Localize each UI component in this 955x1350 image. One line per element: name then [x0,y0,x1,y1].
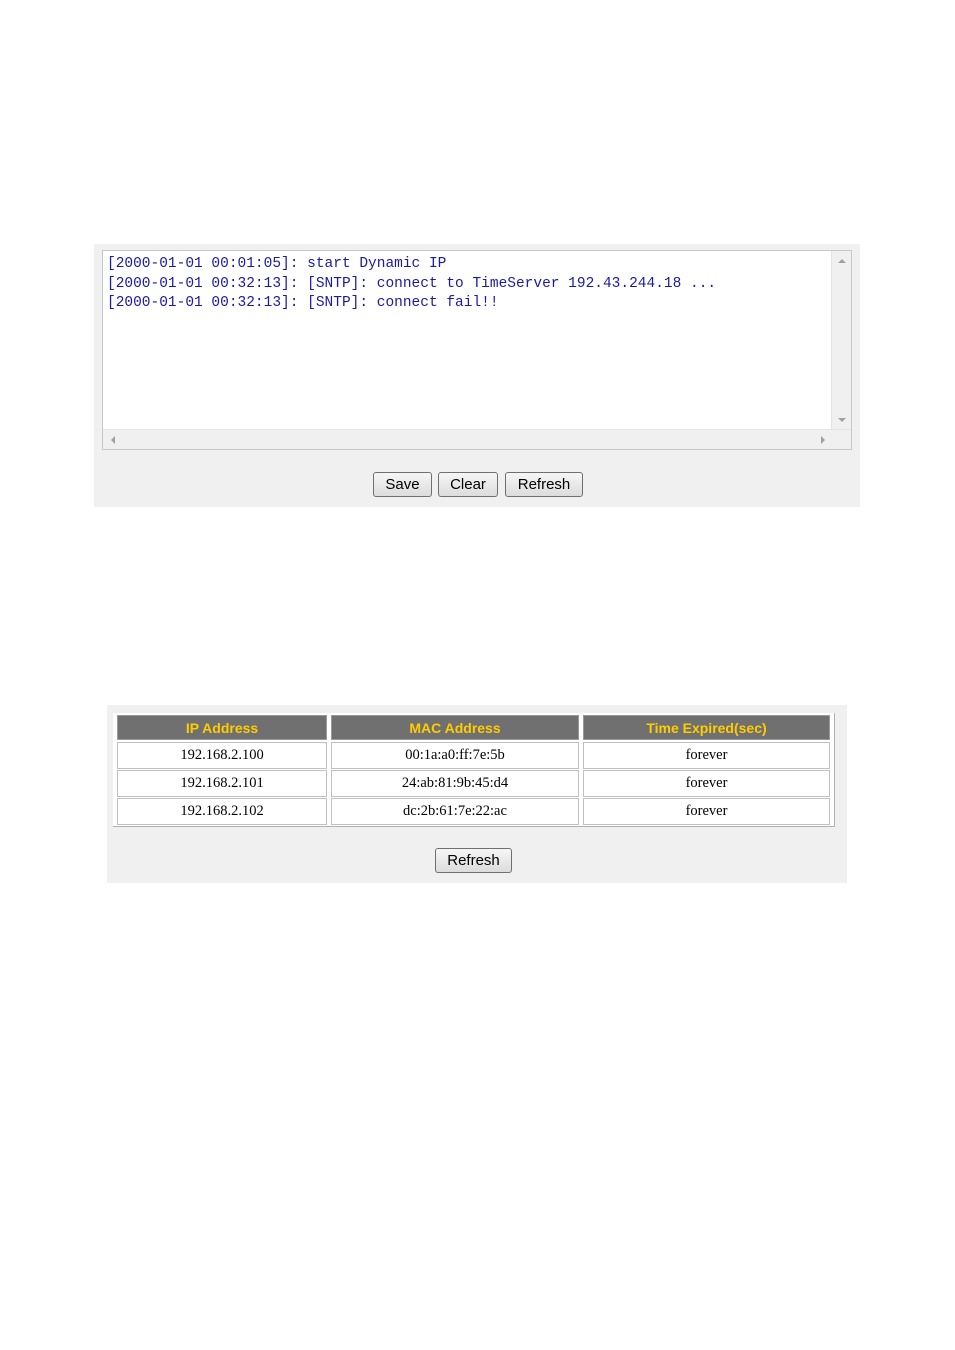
table-cell-ip: 192.168.2.101 [117,770,327,797]
log-line: [2000-01-01 00:32:13]: [SNTP]: connect t… [107,275,717,292]
table-cell-ip: 192.168.2.100 [117,742,327,769]
log-content: [2000-01-01 00:01:05]: start Dynamic IP [… [107,255,829,427]
table-cell-mac: 00:1a:a0:ff:7e:5b [331,742,579,769]
column-header-time-expired: Time Expired(sec) [583,715,830,740]
table-cell-mac: 24:ab:81:9b:45:d4 [331,770,579,797]
clear-button[interactable]: Clear [438,472,498,497]
system-log-panel: [2000-01-01 00:01:05]: start Dynamic IP [… [94,244,860,507]
table-refresh-button[interactable]: Refresh [435,848,512,873]
scroll-left-arrow-icon[interactable] [111,436,115,444]
table-cell-expired: forever [583,770,830,797]
vertical-scrollbar[interactable] [831,251,851,430]
table-cell-expired: forever [583,798,830,825]
scroll-down-arrow-icon[interactable] [838,418,846,422]
horizontal-scrollbar[interactable] [103,429,851,449]
log-line: [2000-01-01 00:32:13]: [SNTP]: connect f… [107,295,499,311]
scroll-right-arrow-icon[interactable] [821,436,825,444]
table-cell-ip: 192.168.2.102 [117,798,327,825]
scroll-up-arrow-icon[interactable] [838,259,846,263]
table-cell-mac: dc:2b:61:7e:22:ac [331,798,579,825]
column-header-mac-address: MAC Address [331,715,579,740]
dhcp-client-table: IP Address MAC Address Time Expired(sec)… [113,713,835,827]
save-button[interactable]: Save [373,472,432,497]
log-textarea[interactable]: [2000-01-01 00:01:05]: start Dynamic IP [… [102,250,852,450]
log-line: [2000-01-01 00:01:05]: start Dynamic IP [107,256,447,272]
dhcp-client-table-panel: IP Address MAC Address Time Expired(sec)… [107,705,847,883]
table-cell-expired: forever [583,742,830,769]
column-header-ip-address: IP Address [117,715,327,740]
log-refresh-button[interactable]: Refresh [505,472,583,497]
